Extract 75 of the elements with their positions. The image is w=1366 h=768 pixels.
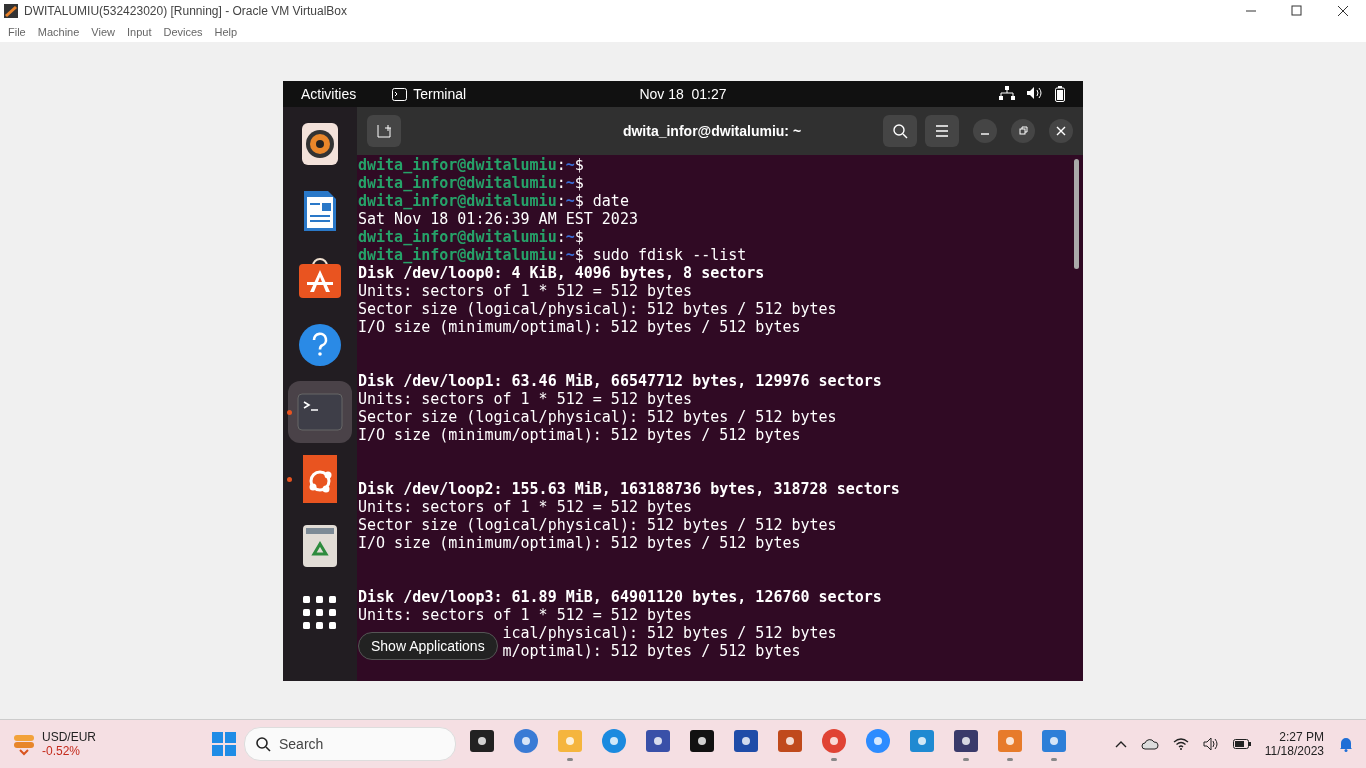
- minimize-button[interactable]: [973, 119, 997, 143]
- network-icon[interactable]: [999, 86, 1015, 100]
- disk-header: Disk /dev/loop1: 63.46 MiB, 66547712 bytes, 129976 sectors: [358, 372, 882, 390]
- scrollbar[interactable]: [1074, 159, 1079, 269]
- running-indicator: [287, 477, 292, 482]
- grid-icon[interactable]: [303, 596, 337, 630]
- widget-change: -0.52%: [42, 744, 82, 758]
- prompt-line: dwita_infor@dwitalumiu:~$ sudo fdisk --list: [358, 246, 747, 264]
- output-line: Units: sectors of 1 * 512 = 512 bytes: [358, 498, 693, 516]
- prompt-line: dwita_infor@dwitalumiu:~$: [358, 156, 584, 174]
- search-field[interactable]: Search: [244, 727, 456, 761]
- prompt-line: dwita_infor@dwitalumiu:~$: [358, 174, 584, 192]
- volume-icon[interactable]: [1202, 737, 1219, 751]
- shopping-bag-icon[interactable]: [297, 256, 343, 300]
- output-line: m/optimal): 512 bytes / 512 bytes: [502, 642, 801, 660]
- ubuntu-icon[interactable]: [303, 455, 337, 503]
- running-indicator: [287, 410, 292, 415]
- output-line: Units: sectors of 1 * 512 = 512 bytes: [358, 282, 693, 300]
- chevron-up-icon[interactable]: [1114, 740, 1127, 748]
- window-title: DWITALUMIU(532423020) [Running] - Oracle VM VirtualBox: [24, 4, 347, 18]
- terminal-icon[interactable]: [297, 393, 343, 431]
- start-icon[interactable]: [212, 732, 236, 756]
- output-line: Units: sectors of 1 * 512 = 512 bytes: [358, 606, 693, 624]
- menu-button[interactable]: [925, 115, 959, 147]
- activities-button[interactable]: Activities: [301, 86, 357, 102]
- clock[interactable]: Nov 18 01:27: [639, 86, 727, 102]
- close-icon: [1056, 126, 1066, 136]
- restore-icon: [1018, 126, 1028, 136]
- terminal-title: dwita_infor@dwitalumiu: ~: [621, 123, 803, 139]
- widget-title: USD/EUR: [42, 730, 96, 744]
- close-button[interactable]: [1049, 119, 1073, 143]
- menu-item[interactable]: Help: [208, 26, 244, 38]
- output-line: Sector size (logical/physical): 512 bytes / 512 bytes: [358, 408, 837, 426]
- output-line: ical/physical): 512 bytes / 512 bytes: [502, 624, 837, 642]
- menu-item[interactable]: Input: [120, 26, 158, 38]
- new-tab-icon: [377, 124, 391, 138]
- app-logo-icon: [4, 4, 18, 18]
- disk-header: Disk /dev/loop3: 61.89 MiB, 64901120 bytes, 126760 sectors: [358, 588, 882, 606]
- prompt-line: dwita_infor@dwitalumiu:~$ date: [358, 192, 629, 210]
- menu-icon: [935, 125, 949, 137]
- output-line: I/O size (minimum/optimal): 512 bytes / 512 bytes: [358, 426, 801, 444]
- cloud-icon[interactable]: [1140, 738, 1159, 750]
- help-icon[interactable]: [298, 323, 342, 367]
- terminal-icon: [392, 87, 408, 101]
- taskbar-clock[interactable]: 2:27 PM 11/18/2023: [1264, 730, 1324, 758]
- search-icon: [255, 736, 271, 752]
- output-line: Sector size (logical/physical): 512 bytes / 512 bytes: [358, 300, 837, 318]
- output-line: Sector size (logical/physical): 512 bytes / 512 bytes: [358, 516, 837, 534]
- bell-icon[interactable]: [1338, 736, 1354, 752]
- search-icon: [892, 123, 908, 139]
- menu-item[interactable]: Devices: [157, 26, 209, 38]
- menu-item[interactable]: File: [2, 26, 32, 38]
- disk-header: Disk /dev/loop2: 155.63 MiB, 163188736 bytes, 318728 sectors: [358, 480, 900, 498]
- output-line: I/O size (minimum/optimal): 512 bytes / 512 bytes: [358, 318, 801, 336]
- menu-item[interactable]: Machine: [31, 26, 86, 38]
- new-tab-button[interactable]: [367, 115, 401, 147]
- document-icon[interactable]: [302, 189, 338, 233]
- trash-icon[interactable]: [302, 524, 338, 568]
- battery-icon[interactable]: [1232, 739, 1251, 749]
- tooltip: Show Applications: [358, 632, 498, 660]
- currency-icon: [12, 732, 36, 756]
- search-button[interactable]: [883, 115, 917, 147]
- restore-button[interactable]: [1011, 119, 1035, 143]
- output-line: Sat Nov 18 01:26:39 AM EST 2023: [358, 210, 638, 228]
- battery-icon[interactable]: [1055, 86, 1065, 102]
- disk-header: Disk /dev/loop0: 4 KiB, 4096 bytes, 8 sectors: [358, 264, 765, 282]
- volume-icon[interactable]: [1027, 86, 1043, 100]
- app-menu[interactable]: Terminal: [392, 86, 467, 102]
- menu-item[interactable]: View: [85, 26, 121, 38]
- output-line: Units: sectors of 1 * 512 = 512 bytes: [358, 390, 693, 408]
- minimize-icon: [981, 133, 989, 135]
- wifi-icon[interactable]: [1172, 738, 1189, 750]
- speaker-icon[interactable]: [301, 122, 339, 166]
- prompt-line: dwita_infor@dwitalumiu:~$: [358, 228, 584, 246]
- output-line: I/O size (minimum/optimal): 512 bytes / 512 bytes: [358, 534, 801, 552]
